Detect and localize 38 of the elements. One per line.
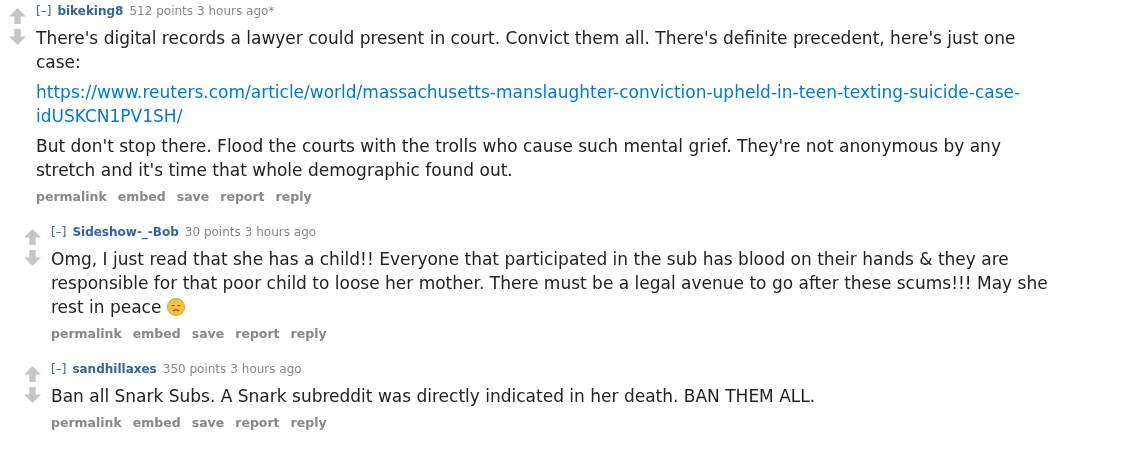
upvote-arrow-icon[interactable] — [23, 365, 41, 382]
comment-action-link[interactable]: embed — [132, 324, 181, 344]
comment-action-link[interactable]: report — [235, 413, 280, 433]
comment-action-link[interactable]: report — [220, 188, 265, 207]
comment-action-link[interactable]: save — [191, 413, 225, 433]
comment-author[interactable]: bikeking8 — [57, 2, 124, 20]
upvote-arrow-icon[interactable] — [23, 228, 41, 245]
comment-time: 3 hours ago — [230, 360, 302, 378]
comment-points: 512 points — [129, 3, 194, 20]
comment-action-link[interactable]: reply — [290, 413, 327, 433]
comment-text: Ban all Snark Subs. A Snark subreddit was directly indicated in her death. BAN THEM ALL. — [51, 385, 816, 406]
comment-action-link[interactable]: embed — [117, 188, 166, 207]
downvote-arrow-icon[interactable] — [8, 29, 26, 45]
downvote-arrow-icon[interactable] — [23, 249, 41, 266]
comment-action-link[interactable]: permalink — [51, 324, 122, 344]
comment-action-link[interactable]: report — [235, 324, 280, 344]
comment-points: 30 points — [184, 223, 241, 241]
collapse-toggle[interactable]: [–] — [36, 2, 52, 20]
comment-text: But don't stop there. Flood the courts with the trolls who cause such mental grief. They're not anonymous by any stretch and it's time that whole demographic found out. — [36, 136, 1001, 180]
collapse-toggle[interactable]: [–] — [51, 222, 67, 241]
upvote-arrow-icon[interactable] — [8, 8, 26, 24]
comment-author[interactable]: Sideshow-_-Bob — [72, 222, 179, 241]
comment-author[interactable]: sandhillaxes — [72, 359, 157, 378]
comment-action-link[interactable]: embed — [132, 413, 181, 433]
comment-action-link[interactable]: save — [176, 188, 210, 207]
comment-time: 3 hours ago* — [197, 3, 275, 20]
article-link[interactable]: https://www.reuters.com/article/world/massachusetts-manslaughter-conviction-upheld-in-teen-texting-suicide-case-idUSKCN1PV1SH/ — [36, 80, 1096, 128]
comment-action-link[interactable]: permalink — [51, 413, 122, 433]
comment-action-link[interactable]: permalink — [36, 188, 107, 207]
downvote-arrow-icon[interactable] — [23, 386, 41, 403]
comment-action-link[interactable]: save — [191, 324, 225, 344]
comment-action-link[interactable]: reply — [275, 188, 312, 207]
comment-text: Omg, I just read that she has a child!! Everyone that participated in the sub has blood on their hands & they are responsible for that poor child to loose her mother. There must be a legal avenue to go after these scums!!! May she rest in peace — [51, 248, 1048, 317]
comment-text: There's digital records a lawyer could present in court. Convict them all. There's definite precedent, here's just one case: — [36, 28, 1016, 72]
comment-action-link[interactable]: reply — [290, 324, 327, 344]
collapse-toggle[interactable]: [–] — [51, 359, 67, 378]
comment-points: 350 points — [162, 360, 227, 378]
comment-time: 3 hours ago — [244, 223, 317, 241]
